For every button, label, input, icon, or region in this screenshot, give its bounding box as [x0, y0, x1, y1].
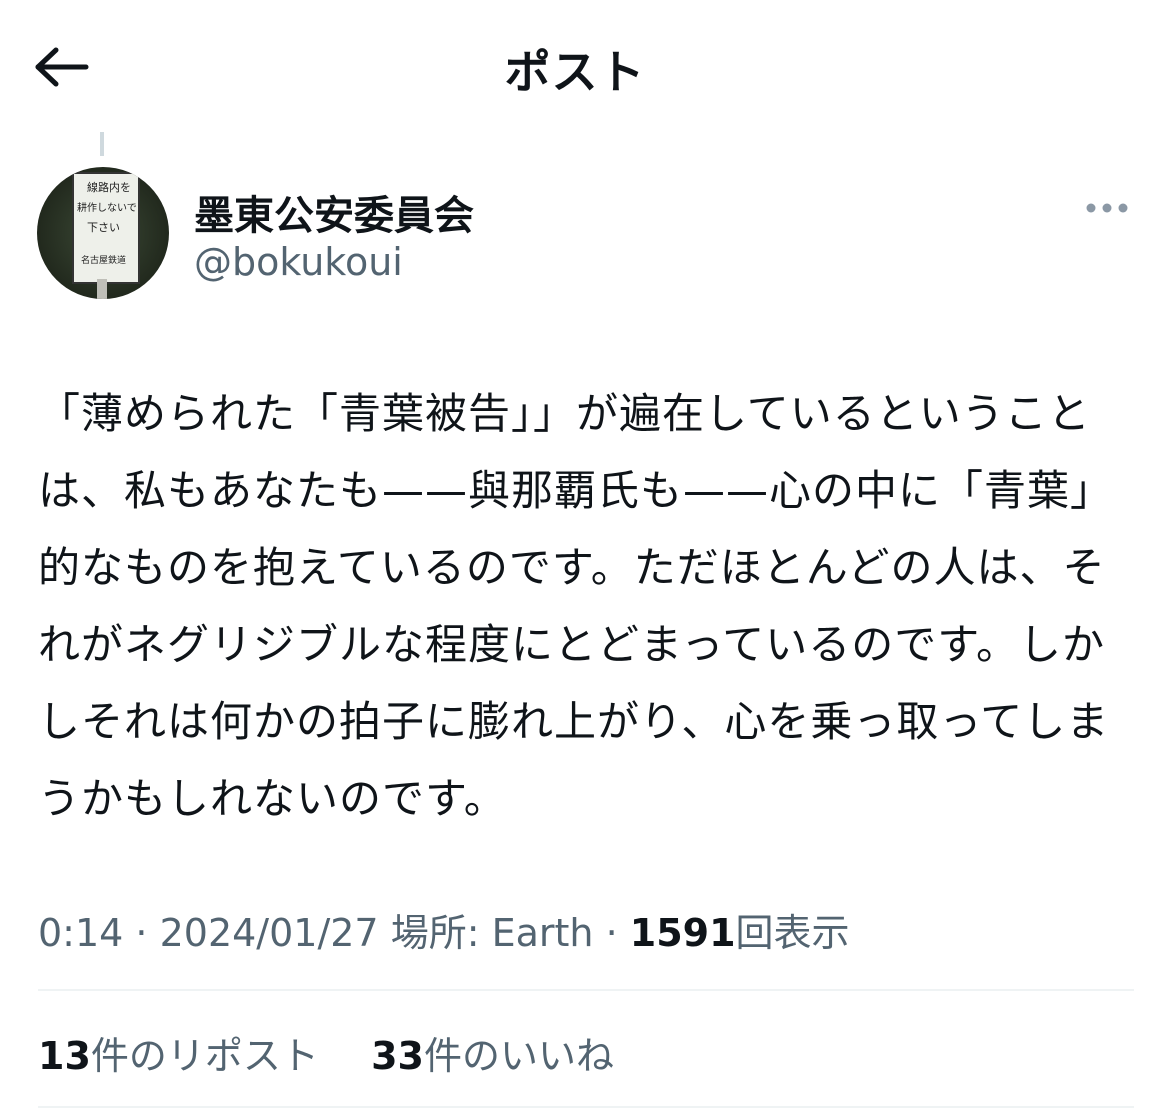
post-date[interactable]: 2024/01/27: [160, 911, 379, 955]
avatar-sign-text-line: 名古屋鉄道: [81, 254, 126, 266]
post-metadata: 0:14 · 2024/01/27 場所: Earth · 1591回表示: [38, 902, 850, 957]
avatar-sign-text-line: 耕作しないで: [77, 201, 137, 214]
avatar-sign-text-line: 線路内を: [87, 180, 131, 194]
more-options-button[interactable]: [1080, 190, 1134, 226]
top-bar: ポスト: [0, 0, 1150, 132]
more-horizontal-icon: [1086, 203, 1128, 213]
likes-count: 33: [371, 1034, 424, 1078]
divider: [38, 989, 1134, 991]
post-text: 「薄められた「青葉被告」」が遍在しているということは、私もあなたも——與那覇氏も…: [38, 389, 1114, 823]
views-label: 回表示: [735, 911, 850, 955]
divider: [38, 1106, 1134, 1108]
reposts-stat[interactable]: 13件のリポスト: [38, 1034, 319, 1078]
author-handle[interactable]: @bokukoui: [194, 240, 403, 284]
views-count: 1591: [629, 911, 736, 955]
thread-connector-line: [100, 132, 104, 156]
post-time[interactable]: 0:14: [38, 911, 123, 955]
avatar-image: 線路内を 耕作しないで 下さい 名古屋鉄道: [37, 167, 169, 299]
page-title: ポスト: [504, 45, 646, 99]
engagement-stats: 13件のリポスト 33件のいいね: [38, 1025, 614, 1080]
meta-separator: ·: [593, 911, 630, 955]
avatar[interactable]: 線路内を 耕作しないで 下さい 名古屋鉄道: [37, 167, 169, 299]
reposts-count: 13: [38, 1034, 91, 1078]
author-display-name[interactable]: 墨東公安委員会: [194, 183, 474, 241]
likes-label: 件のいいね: [423, 1034, 614, 1078]
meta-separator: ·: [123, 911, 160, 955]
avatar-sign-text-line: 下さい: [87, 221, 120, 234]
post-location: 場所: Earth: [378, 911, 594, 955]
reposts-label: 件のリポスト: [90, 1034, 319, 1078]
likes-stat[interactable]: 33件のいいね: [371, 1034, 614, 1078]
